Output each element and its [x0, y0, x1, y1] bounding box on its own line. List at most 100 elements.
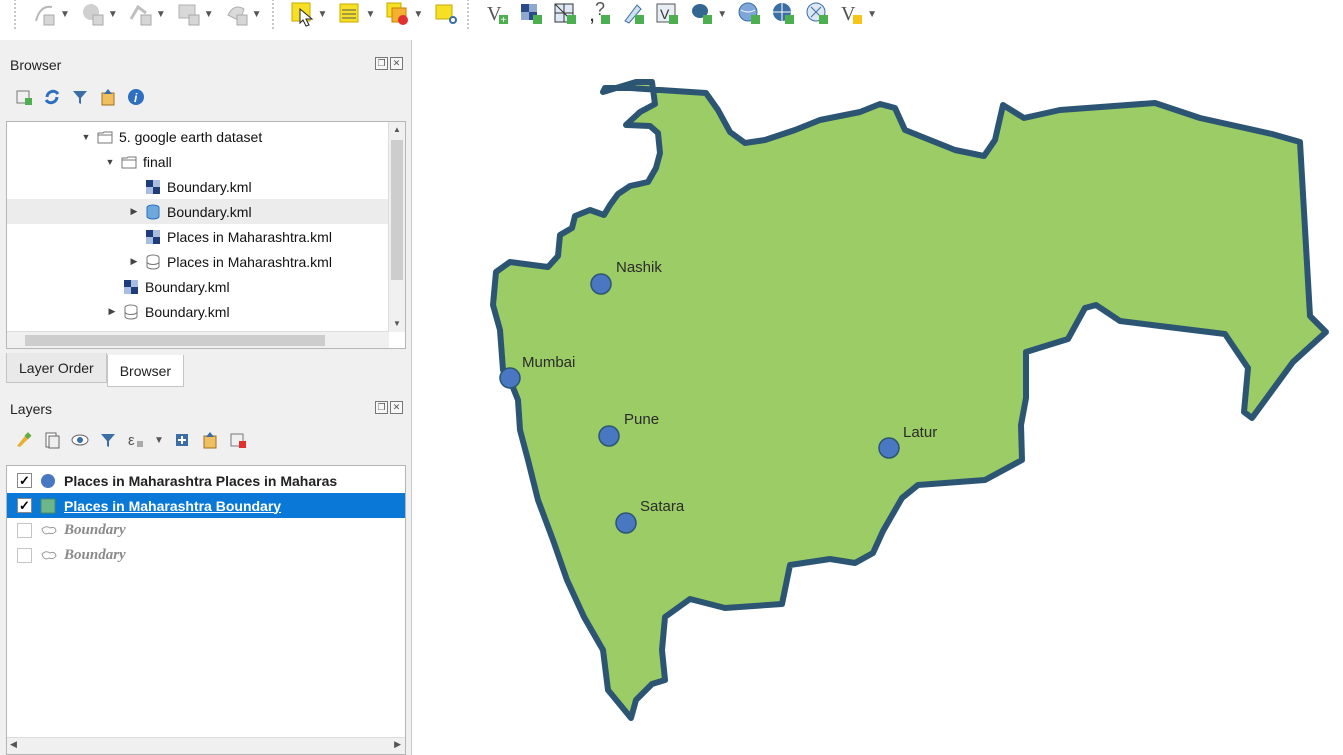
tree-item-folder[interactable]: ▼ finall — [7, 149, 389, 174]
tree-item-folder[interactable]: ▼ 5. google earth dataset — [7, 124, 389, 149]
layer-item[interactable]: Boundary — [7, 543, 405, 568]
close-panel-icon[interactable]: ✕ — [390, 401, 403, 414]
refresh-icon[interactable] — [42, 87, 62, 107]
database-icon — [123, 304, 139, 320]
collapse-all-icon[interactable] — [98, 87, 118, 107]
style-manager-icon[interactable] — [14, 430, 34, 450]
tree-item-file[interactable]: ▶ Boundary.kml — [7, 299, 389, 324]
float-panel-icon[interactable]: ❐ — [375, 401, 388, 414]
eye-icon[interactable] — [70, 430, 90, 450]
horizontal-scrollbar[interactable] — [7, 331, 389, 348]
float-panel-icon[interactable]: ❐ — [375, 57, 388, 70]
select-icon[interactable] — [288, 0, 318, 29]
expand-all-icon[interactable] — [172, 430, 192, 450]
layer-visibility-checkbox[interactable] — [17, 548, 32, 563]
dropdown-arrow-icon[interactable]: ▼ — [60, 9, 70, 20]
place-marker-mumbai[interactable] — [499, 367, 521, 389]
layer-visibility-checkbox[interactable]: ✓ — [17, 498, 32, 513]
tab-browser[interactable]: Browser — [106, 355, 185, 387]
tree-item-file[interactable]: ▶ Places in Maharashtra.kml — [7, 249, 389, 274]
dropdown-arrow-icon[interactable]: ▼ — [867, 9, 877, 20]
add-mesh-icon[interactable] — [551, 0, 581, 29]
dropdown-arrow-icon[interactable]: ▼ — [156, 9, 166, 20]
expand-arrow-icon[interactable]: ▼ — [103, 157, 117, 167]
layer-item-selected[interactable]: ✓ Places in Maharashtra Boundary — [7, 493, 405, 518]
svg-text:+: + — [501, 15, 507, 26]
add-raster-icon[interactable] — [517, 0, 547, 29]
map-svg[interactable]: Nashik Mumbai Pune Latur Satara — [413, 40, 1343, 755]
scroll-up-icon[interactable]: ▲ — [389, 122, 405, 138]
digitize-icon[interactable] — [78, 0, 108, 29]
map-canvas[interactable]: Nashik Mumbai Pune Latur Satara — [413, 40, 1343, 755]
place-marker-nashik[interactable] — [590, 273, 612, 295]
layer-visibility-checkbox[interactable] — [17, 523, 32, 538]
attribute-table-icon[interactable] — [335, 0, 365, 29]
node-tool-icon[interactable] — [174, 0, 204, 29]
layer-item[interactable]: ✓ Places in Maharashtra Places in Mahara… — [7, 468, 405, 493]
browser-toolbar: i — [14, 87, 146, 107]
remove-layer-icon[interactable] — [228, 430, 248, 450]
add-wcs-icon[interactable] — [803, 0, 833, 29]
dropdown-arrow-icon[interactable]: ▼ — [108, 9, 118, 20]
scroll-left-icon[interactable]: ◀ — [10, 739, 17, 750]
add-spatialite-icon[interactable] — [619, 0, 649, 29]
dropdown-arrow-icon[interactable]: ▼ — [154, 435, 164, 446]
expand-arrow-icon[interactable]: ▼ — [79, 132, 93, 142]
expand-arrow-icon[interactable]: ▶ — [127, 206, 141, 217]
close-panel-icon[interactable]: ✕ — [390, 57, 403, 70]
layers-tree[interactable]: ✓ Places in Maharashtra Places in Mahara… — [6, 465, 406, 755]
add-virtual-icon[interactable]: V — [653, 0, 683, 29]
add-layer-icon[interactable] — [14, 87, 34, 107]
place-label-mumbai: Mumbai — [522, 354, 575, 371]
scroll-down-icon[interactable]: ▼ — [389, 316, 405, 332]
tree-item-label: Boundary.kml — [167, 178, 252, 195]
scroll-thumb[interactable] — [25, 335, 325, 346]
filter-icon[interactable] — [70, 87, 90, 107]
toolbar-grip[interactable] — [14, 0, 20, 29]
info-icon[interactable]: i — [126, 87, 146, 107]
tab-layer-order[interactable]: Layer Order — [6, 353, 107, 383]
expand-arrow-icon[interactable]: ▶ — [105, 306, 119, 317]
tree-item-file[interactable]: Places in Maharashtra.kml — [7, 224, 389, 249]
add-delimited-icon[interactable]: ,? — [585, 0, 615, 29]
identify-icon[interactable] — [431, 0, 461, 29]
dropdown-arrow-icon[interactable]: ▼ — [717, 9, 727, 20]
vertex-icon[interactable] — [222, 0, 252, 29]
horizontal-scrollbar[interactable]: ◀ ▶ — [7, 737, 405, 754]
place-marker-latur[interactable] — [878, 437, 900, 459]
new-layer-icon[interactable]: V — [837, 0, 867, 29]
collapse-all-icon[interactable] — [200, 430, 220, 450]
dock-tabs: Layer Order Browser — [6, 353, 185, 387]
deselect-icon[interactable] — [383, 0, 413, 29]
dropdown-arrow-icon[interactable]: ▼ — [318, 9, 328, 20]
add-wms-icon[interactable] — [735, 0, 765, 29]
dropdown-arrow-icon[interactable]: ▼ — [365, 9, 375, 20]
add-vector-icon[interactable]: V + — [483, 0, 513, 29]
toolbar-grip[interactable] — [467, 0, 473, 29]
toolbar-grip[interactable] — [271, 0, 278, 29]
dropdown-arrow-icon[interactable]: ▼ — [413, 9, 423, 20]
dropdown-arrow-icon[interactable]: ▼ — [204, 9, 214, 20]
layer-visibility-checkbox[interactable]: ✓ — [17, 473, 32, 488]
add-group-icon[interactable] — [42, 430, 62, 450]
place-marker-satara[interactable] — [615, 512, 637, 534]
layer-item[interactable]: Boundary — [7, 518, 405, 543]
tree-item-file[interactable]: ▶ Boundary.kml — [7, 199, 389, 224]
move-feature-icon[interactable] — [126, 0, 156, 29]
expression-filter-icon[interactable]: ε — [126, 430, 146, 450]
vertical-scrollbar[interactable]: ▲ ▼ — [388, 122, 405, 332]
browser-tree[interactable]: ▼ 5. google earth dataset ▼ finall Bound… — [6, 121, 406, 349]
scroll-right-icon[interactable]: ▶ — [394, 739, 401, 750]
tree-item-file[interactable]: Boundary.kml — [7, 274, 389, 299]
filter-legend-icon[interactable] — [98, 430, 118, 450]
add-wfs-icon[interactable] — [769, 0, 799, 29]
maharashtra-boundary-polygon[interactable] — [490, 79, 1329, 721]
database-icon — [145, 254, 161, 270]
tree-item-file[interactable]: Boundary.kml — [7, 174, 389, 199]
dropdown-arrow-icon[interactable]: ▼ — [252, 9, 262, 20]
place-marker-pune[interactable] — [598, 425, 620, 447]
scroll-thumb[interactable] — [391, 140, 403, 280]
add-postgis-icon[interactable] — [687, 0, 717, 29]
expand-arrow-icon[interactable]: ▶ — [127, 256, 141, 267]
add-feature-icon[interactable] — [30, 0, 60, 29]
